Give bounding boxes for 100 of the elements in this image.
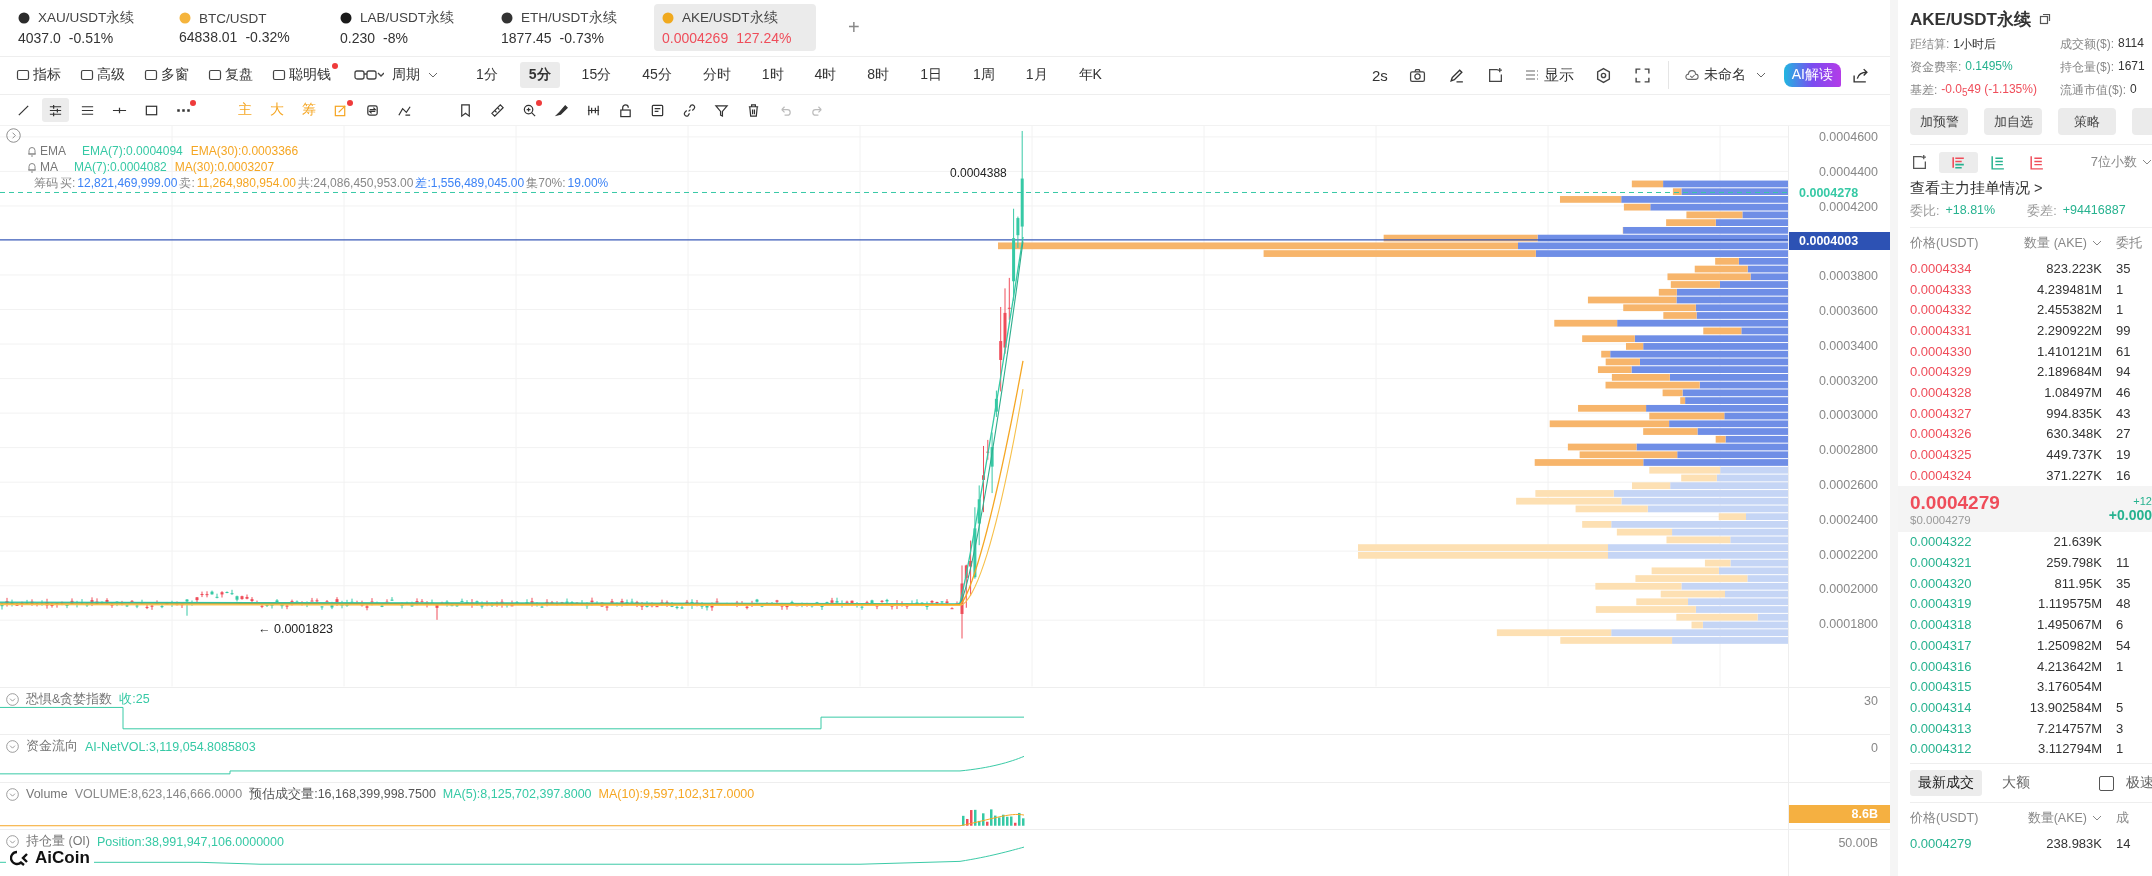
pane-title: 恐惧&贪婪指数 bbox=[26, 690, 113, 708]
period-tab[interactable]: 1分 bbox=[467, 62, 507, 89]
indicator-value: EMA(7):0.0004094 bbox=[82, 144, 183, 158]
axis-label: 0.0004400 bbox=[1818, 164, 1878, 179]
bid-price: 0.0004319 bbox=[1910, 596, 1973, 612]
period-tab[interactable]: 4时 bbox=[805, 62, 846, 89]
period-dropdown[interactable]: 周期 bbox=[392, 63, 445, 88]
indicator-name: EMA bbox=[40, 144, 66, 158]
trade-quantity: 238.983K bbox=[2045, 835, 2102, 851]
chip-stat: 集70%: bbox=[526, 174, 566, 192]
period-tab[interactable]: 分时 bbox=[693, 62, 740, 89]
symbol-tab[interactable]: AKE/USDT永续 0.0004269 127.24% bbox=[654, 4, 816, 52]
column-header[interactable]: 数量 (AKE) bbox=[1998, 234, 2102, 252]
order-quantity: 1.250982M bbox=[2035, 637, 2102, 653]
order-quantity: 630.348K bbox=[2045, 426, 2102, 442]
order-total: 1 bbox=[2116, 281, 2124, 297]
pane-value: 收:25 bbox=[119, 690, 150, 708]
ai-analysis-button[interactable]: AI解读 bbox=[1783, 63, 1841, 88]
period-tab[interactable]: 45分 bbox=[633, 62, 681, 89]
bid-price: 0.0004322 bbox=[1910, 534, 1973, 550]
order-quantity: 1.119575M bbox=[2036, 596, 2102, 612]
trade-time: 14 bbox=[2116, 835, 2131, 851]
axis-label: 0.0002400 bbox=[1818, 512, 1878, 527]
toolbar-menu[interactable]: 高级 bbox=[80, 63, 132, 88]
decimals-dropdown[interactable]: 7位小数 bbox=[2090, 153, 2152, 171]
order-total: 35 bbox=[2116, 575, 2131, 591]
order-quantity: 2.290922M bbox=[2035, 322, 2102, 338]
order-quantity: 994.835K bbox=[2045, 405, 2102, 421]
indicator-value: EMA(30):0.0003366 bbox=[190, 144, 299, 158]
ask-price: 0.0004329 bbox=[1910, 364, 1973, 380]
pane-title: 资金流向 bbox=[26, 738, 78, 756]
indicator-value: MA(7):0.0004082 bbox=[74, 160, 167, 174]
ask-price: 0.0004324 bbox=[1910, 467, 1973, 483]
order-quantity: 21.639K bbox=[2052, 534, 2102, 550]
symbol-tab[interactable]: LAB/USDT永续 0.230 -8% bbox=[332, 4, 487, 52]
action-button[interactable]: 加自选 bbox=[1984, 108, 2042, 135]
order-quantity: 823.223K bbox=[2045, 260, 2102, 276]
period-tab[interactable]: 15分 bbox=[572, 62, 621, 89]
axis-label: 0.0002600 bbox=[1818, 478, 1878, 492]
period-tab[interactable]: 5分 bbox=[519, 62, 560, 89]
ask-price: 0.0004327 bbox=[1910, 405, 1973, 421]
symbol-tab[interactable]: ETH/USDT永续 1877.45 -0.73% bbox=[493, 4, 648, 52]
trades-tab[interactable]: 最新成交 bbox=[1910, 770, 1982, 797]
axis-label: 0.0002800 bbox=[1818, 443, 1878, 458]
order-total: 99 bbox=[2116, 322, 2131, 338]
period-tab[interactable]: 8时 bbox=[858, 62, 899, 89]
order-walls-link[interactable]: 查看主力挂单情况 > bbox=[1910, 179, 2152, 203]
order-total: 46 bbox=[2116, 384, 2131, 400]
column-header[interactable]: 数量(AKE) bbox=[1998, 809, 2102, 827]
add-tab-button[interactable]: + bbox=[848, 16, 860, 40]
chip-stat: 12,821,469,999.00 bbox=[77, 176, 178, 190]
toolbar-menu[interactable]: 复盘 bbox=[208, 63, 260, 88]
diff-label: 委差: bbox=[2027, 203, 2057, 220]
symbol-tab[interactable]: BTC/USDT 64838.01 -0.32% bbox=[171, 5, 326, 50]
bid-price: 0.0004318 bbox=[1910, 617, 1973, 633]
chip-stat: 卖: bbox=[179, 174, 195, 192]
chip-stat: 19.00% bbox=[567, 176, 609, 190]
display-menu[interactable]: 显示 bbox=[1524, 65, 1574, 85]
refresh-interval[interactable]: 2s bbox=[1371, 66, 1388, 84]
trades-tab[interactable]: 大额 bbox=[1994, 770, 2038, 797]
order-quantity: 1.410121M bbox=[2035, 343, 2102, 359]
layout-dropdown[interactable]: 未命名 bbox=[1684, 66, 1766, 85]
period-tab[interactable]: 年K bbox=[1069, 62, 1111, 89]
action-button[interactable]: 加预警 bbox=[1910, 108, 1968, 135]
chip-stat: 差:1,556,489,045.00 bbox=[415, 174, 525, 192]
toolbar-menu[interactable]: 聪明钱 bbox=[272, 63, 338, 88]
bid-price: 0.0004313 bbox=[1910, 720, 1973, 736]
indicator-name: MA bbox=[40, 160, 58, 174]
ask-price: 0.0004326 bbox=[1910, 426, 1973, 442]
stat-label: 基差: bbox=[1910, 82, 1938, 99]
order-total: 16 bbox=[2116, 467, 2131, 483]
axis-label: 0.0003200 bbox=[1818, 373, 1878, 388]
symbol-tab[interactable]: XAU/USDT永续 4037.0 -0.51% bbox=[10, 4, 165, 52]
order-quantity: 2.189684M bbox=[2035, 364, 2102, 380]
period-tab[interactable]: 1日 bbox=[911, 62, 951, 89]
order-total: 54 bbox=[2116, 637, 2131, 653]
period-tab[interactable]: 1时 bbox=[752, 62, 793, 89]
toolbar-menu[interactable]: 指标 bbox=[16, 63, 68, 88]
period-tab[interactable]: 1月 bbox=[1016, 62, 1057, 89]
stat-label: 流通市值($): bbox=[2060, 82, 2126, 99]
pane-value: AI-NetVOL:3,119,054.8085803 bbox=[85, 739, 256, 754]
stat-label: 成交额($): bbox=[2060, 36, 2114, 53]
bid-price: 0.0004317 bbox=[1910, 637, 1973, 653]
order-total: 1 bbox=[2116, 741, 2124, 757]
pane-value: VOLUME:8,623,146,666.0000 bbox=[74, 787, 243, 802]
stat-value: 8114 bbox=[2118, 36, 2144, 52]
action-button[interactable]: 策略 bbox=[2058, 108, 2116, 135]
bid-price: 0.0004320 bbox=[1910, 575, 1973, 591]
stat-value: 1671 bbox=[2118, 59, 2145, 75]
order-quantity: 371.227K bbox=[2045, 467, 2102, 483]
bid-price: 0.0004312 bbox=[1910, 741, 1973, 757]
period-tab[interactable]: 1周 bbox=[963, 62, 1004, 89]
order-quantity: 4.239481M bbox=[2035, 281, 2102, 297]
column-header: 价格(USDT) bbox=[1910, 809, 1980, 827]
bid-price: 0.0004316 bbox=[1910, 658, 1973, 674]
stat-value: 0 bbox=[2130, 82, 2137, 98]
market-title: AKE/USDT永续 bbox=[1910, 8, 2031, 31]
indicator-value: MA(30):0.0003207 bbox=[174, 160, 275, 174]
stat-label: 距结算: bbox=[1910, 36, 1950, 53]
toolbar-menu[interactable]: 多窗 bbox=[144, 63, 196, 88]
